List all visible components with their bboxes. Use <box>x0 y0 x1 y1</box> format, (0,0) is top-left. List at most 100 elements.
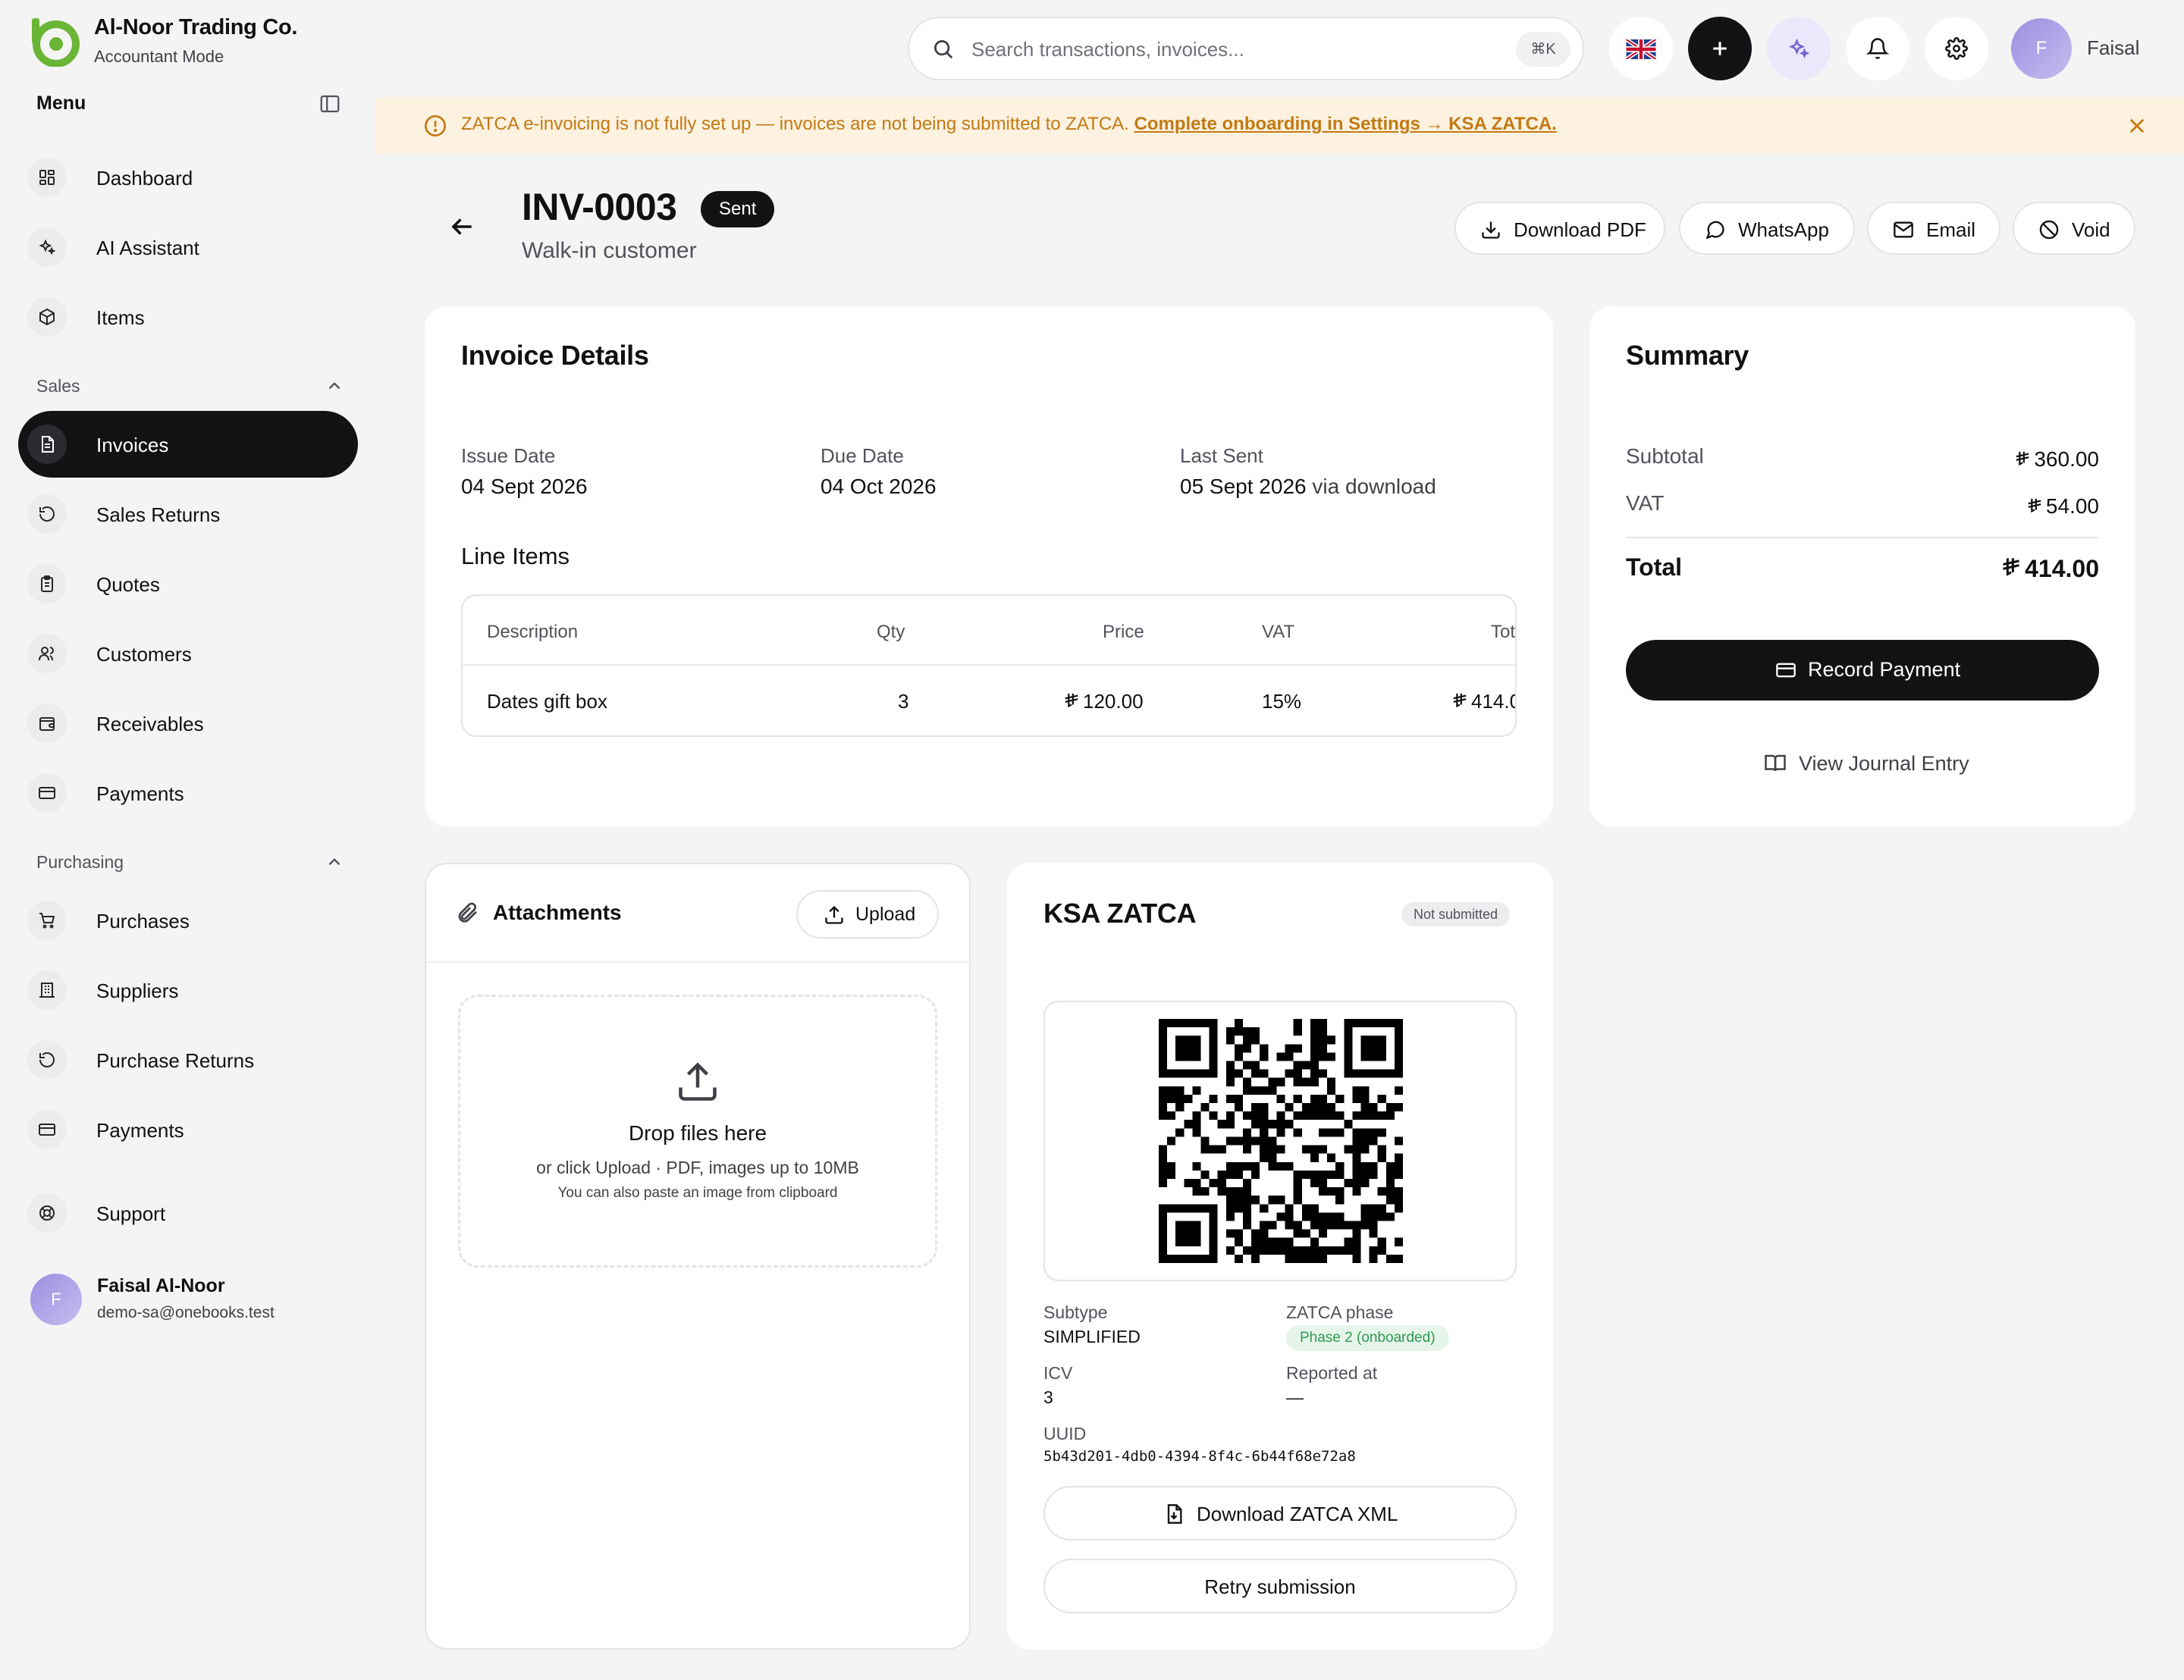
cell-qty: 3 <box>898 690 909 713</box>
upload-icon <box>679 1062 717 1101</box>
sidebar-item-sales-returns[interactable]: Sales Returns <box>18 481 358 547</box>
whatsapp-button[interactable]: WhatsApp <box>1679 202 1855 255</box>
uuid-value: 5b43d201-4db0-4394-8f4c-6b44f68e72a8 <box>1043 1448 1356 1465</box>
box-icon <box>27 297 67 337</box>
book-open-icon <box>1765 754 1786 772</box>
credit-card-icon <box>27 773 67 813</box>
customer-name: Walk-in customer <box>522 238 697 263</box>
cell-vat: 15% <box>1262 690 1302 713</box>
total-value: 414.00 <box>1471 690 1515 713</box>
section-title-purchasing: Purchasing <box>36 852 124 872</box>
file-dropzone[interactable]: Drop files here or click Upload · PDF, i… <box>458 995 937 1268</box>
void-button[interactable]: Void <box>2013 202 2135 255</box>
close-icon[interactable] <box>2126 115 2148 136</box>
zatca-warning-banner: ZATCA e-invoicing is not fully set up — … <box>376 97 2184 153</box>
upload-button[interactable]: Upload <box>796 890 939 939</box>
notifications-button[interactable] <box>1846 17 1909 80</box>
column-header: Qty <box>877 622 905 642</box>
sidebar-item-purchases[interactable]: Purchases <box>18 887 358 954</box>
sidebar-item-customers[interactable]: Customers <box>18 620 358 687</box>
retry-submission-button[interactable]: Retry submission <box>1043 1559 1517 1613</box>
vat-value: 54.00 <box>2026 494 2099 519</box>
sidebar-item-ai-assistant[interactable]: AI Assistant <box>18 214 358 281</box>
back-arrow-icon[interactable] <box>447 212 476 241</box>
sidebar-item-label: Quotes <box>96 573 160 596</box>
ai-assistant-button[interactable] <box>1767 17 1831 80</box>
language-button[interactable] <box>1609 17 1673 80</box>
button-label: Download PDF <box>1514 218 1646 241</box>
download-pdf-button[interactable]: Download PDF <box>1454 202 1665 255</box>
riyal-icon <box>1453 693 1467 708</box>
ban-icon <box>2039 220 2059 240</box>
attachments-divider <box>426 961 969 963</box>
qr-code-frame <box>1043 1001 1517 1281</box>
email-button[interactable]: Email <box>1867 202 2000 255</box>
top-user-name[interactable]: Faisal <box>2087 36 2139 60</box>
column-header: VAT <box>1262 622 1295 642</box>
page-title: INV-0003 <box>522 186 677 228</box>
search-icon <box>934 40 953 59</box>
subtotal-amount: 360.00 <box>2034 447 2099 471</box>
sidebar-item-receivables[interactable]: Receivables <box>18 690 358 757</box>
clipboard-icon <box>27 564 67 603</box>
total-value: 414.00 <box>2000 555 2099 583</box>
summary-divider <box>1626 537 2099 538</box>
last-sent-via: via download <box>1312 475 1436 498</box>
sidebar-item-support[interactable]: Support <box>18 1180 358 1246</box>
line-items-table: Description Qty Price VAT Total Dates gi… <box>461 594 1517 737</box>
sidebar-item-suppliers[interactable]: Suppliers <box>18 957 358 1023</box>
brand-logo-icon <box>32 18 80 67</box>
download-zatca-xml-button[interactable]: Download ZATCA XML <box>1043 1486 1517 1541</box>
menu-title: Menu <box>36 92 86 114</box>
banner-text: ZATCA e-invoicing is not fully set up — … <box>461 114 1557 135</box>
user-email: demo-sa@onebooks.test <box>97 1304 275 1321</box>
chevron-up-icon[interactable] <box>325 376 344 396</box>
column-header: Price <box>1103 622 1144 642</box>
button-label: Retry submission <box>1204 1575 1356 1598</box>
issue-date-label: Issue Date <box>461 444 556 467</box>
due-date-label: Due Date <box>821 444 904 467</box>
riyal-icon <box>2016 451 2029 466</box>
last-sent-date: 05 Sept 2026 <box>1180 475 1307 498</box>
sidebar-item-label: Invoices <box>96 434 169 456</box>
due-date-value: 04 Oct 2026 <box>821 475 937 498</box>
banner-onboarding-link[interactable]: Complete onboarding in Settings → KSA ZA… <box>1134 114 1557 134</box>
search-input[interactable] <box>970 32 1489 67</box>
sidebar-item-dashboard[interactable]: Dashboard <box>18 144 358 211</box>
building-icon <box>27 970 67 1010</box>
summary-title: Summary <box>1626 340 1749 371</box>
sidebar-item-items[interactable]: Items <box>18 284 358 350</box>
last-sent-value: 05 Sept 2026 via download <box>1180 475 1436 499</box>
line-items-title: Line Items <box>461 543 570 569</box>
banner-message: ZATCA e-invoicing is not fully set up — … <box>461 114 1129 134</box>
qr-code-icon <box>1159 1019 1403 1263</box>
search-bar[interactable]: ⌘K <box>908 17 1584 80</box>
invoice-details-card <box>425 306 1553 826</box>
phase-label: ZATCA phase <box>1286 1302 1394 1322</box>
vat-label: VAT <box>1626 491 1665 515</box>
riyal-icon <box>2003 558 2019 576</box>
create-new-button[interactable] <box>1688 17 1752 80</box>
button-label: Email <box>1926 218 1976 241</box>
sidebar-item-quotes[interactable]: Quotes <box>18 550 358 617</box>
record-payment-button[interactable]: Record Payment <box>1626 640 2099 701</box>
plus-icon <box>1713 42 1727 55</box>
dropzone-hint: You can also paste an image from clipboa… <box>557 1185 838 1201</box>
status-badge: Not submitted <box>1401 902 1511 926</box>
sidebar-item-label: Items <box>96 306 145 329</box>
rotate-icon <box>27 494 67 534</box>
avatar[interactable]: F <box>2011 18 2072 79</box>
sidebar-item-invoices[interactable]: Invoices <box>18 411 358 478</box>
sidebar-toggle-icon[interactable] <box>318 92 341 115</box>
dropzone-subtitle: or click Upload · PDF, images up to 10MB <box>536 1158 859 1177</box>
sidebar-item-payments[interactable]: Payments <box>18 760 358 826</box>
sidebar-item-label: Payments <box>96 782 184 805</box>
sidebar-item-purchase-returns[interactable]: Purchase Returns <box>18 1026 358 1093</box>
avatar[interactable]: F <box>30 1274 82 1325</box>
total-label: Total <box>1626 553 1683 581</box>
chevron-up-icon[interactable] <box>325 852 344 872</box>
settings-button[interactable] <box>1925 17 1988 80</box>
sidebar-item-label: Payments <box>96 1119 184 1142</box>
button-label: Void <box>2072 218 2110 241</box>
sidebar-item-purchase-payments[interactable]: Payments <box>18 1096 358 1163</box>
